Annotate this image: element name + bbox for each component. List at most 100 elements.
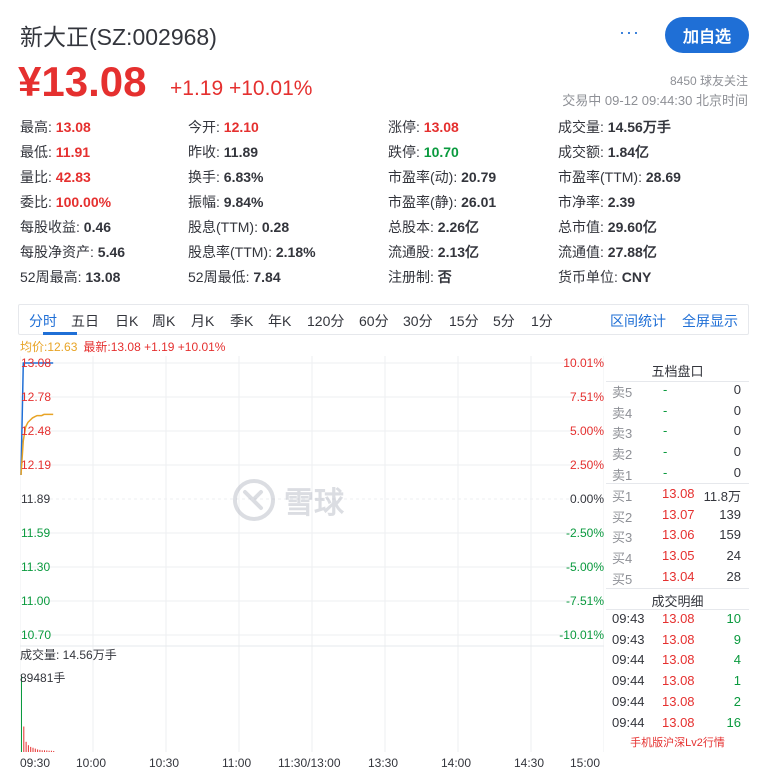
buy-level-row: 买3 13.06 159 bbox=[606, 525, 749, 545]
tab-9[interactable]: 30分 bbox=[403, 311, 433, 331]
metric-value: 13.08 bbox=[81, 269, 121, 285]
metric-item: 流通股: 2.13亿 bbox=[388, 242, 479, 262]
tab-3[interactable]: 周K bbox=[152, 311, 175, 331]
metric-item: 流通值: 27.88亿 bbox=[558, 242, 657, 262]
percent-axis-label: -5.00% bbox=[565, 560, 604, 574]
time-axis-label: 13:30 bbox=[368, 756, 399, 770]
tab-5[interactable]: 季K bbox=[230, 311, 253, 331]
trade-price: 13.08 bbox=[662, 673, 695, 689]
metric-value: 2.18% bbox=[271, 244, 316, 260]
trade-qty: 4 bbox=[733, 652, 741, 668]
trade-time: 09:44 bbox=[612, 714, 645, 730]
level-volume: 0 bbox=[733, 402, 741, 418]
tab-4[interactable]: 月K bbox=[191, 311, 214, 331]
volume-bar bbox=[39, 749, 41, 752]
trade-price: 13.08 bbox=[662, 652, 695, 668]
metric-key: 货币单位: bbox=[558, 269, 618, 285]
tab-10[interactable]: 15分 bbox=[449, 311, 479, 331]
level-price: - bbox=[663, 444, 668, 460]
percent-axis-label: 5.00% bbox=[569, 424, 604, 438]
percent-axis-label: -2.50% bbox=[565, 526, 604, 540]
metric-value: 否 bbox=[433, 269, 452, 285]
range-stats-link[interactable]: 区间统计 bbox=[610, 311, 666, 331]
tab-1[interactable]: 五日 bbox=[71, 311, 99, 331]
metric-key: 成交量: bbox=[558, 119, 604, 135]
tab-8[interactable]: 60分 bbox=[359, 311, 389, 331]
volume-bar bbox=[50, 750, 52, 752]
trade-row: 09:44 13.08 4 bbox=[606, 650, 749, 670]
sell-level-row: 卖5 - 0 bbox=[606, 380, 749, 400]
level-label: 卖4 bbox=[612, 405, 633, 421]
trade-qty: 2 bbox=[733, 693, 741, 709]
level-volume: 0 bbox=[733, 444, 741, 460]
price-axis-label: 13.08 bbox=[21, 356, 52, 370]
metric-item: 每股净资产: 5.46 bbox=[20, 242, 125, 262]
level-volume: 0 bbox=[733, 382, 741, 397]
volume-bar bbox=[21, 676, 22, 752]
metric-item: 52周最高: 13.08 bbox=[20, 267, 120, 287]
level-label: 买5 bbox=[612, 571, 633, 587]
tab-2[interactable]: 日K bbox=[115, 311, 138, 331]
tab-12[interactable]: 1分 bbox=[531, 311, 553, 331]
metric-value: 27.88亿 bbox=[603, 244, 657, 260]
level-volume: 28 bbox=[726, 568, 741, 584]
metric-item: 股息率(TTM): 2.18% bbox=[188, 242, 316, 262]
trade-price: 13.08 bbox=[662, 714, 695, 730]
more-options-button[interactable]: ··· bbox=[619, 22, 640, 43]
metric-key: 成交额: bbox=[558, 144, 604, 160]
metric-key: 市盈率(动): bbox=[388, 169, 458, 185]
time-axis-label: 10:30 bbox=[149, 756, 180, 770]
level-label: 买1 bbox=[612, 489, 633, 504]
metric-value: 6.83% bbox=[219, 169, 264, 185]
price-axis-label: 10.70 bbox=[21, 628, 52, 642]
metric-value: 28.69 bbox=[641, 169, 681, 185]
trade-row: 09:44 13.08 2 bbox=[606, 692, 749, 712]
metric-key: 市盈率(静): bbox=[388, 194, 458, 210]
metric-key: 总市值: bbox=[558, 219, 604, 235]
price-axis-label: 11.30 bbox=[21, 560, 51, 574]
percent-axis-label: 2.50% bbox=[569, 458, 604, 472]
volume-bar bbox=[34, 748, 36, 752]
trading-status: 交易中 09-12 09:44:30 北京时间 bbox=[562, 93, 748, 108]
time-axis-label: 09:30 bbox=[20, 756, 51, 770]
metric-value: 5.46 bbox=[93, 244, 126, 260]
tab-0[interactable]: 分时 bbox=[29, 311, 57, 331]
metric-key: 委比: bbox=[20, 194, 52, 210]
trade-row: 09:43 13.08 9 bbox=[606, 630, 749, 650]
metric-value: 12.10 bbox=[219, 119, 259, 135]
tab-11[interactable]: 5分 bbox=[493, 311, 515, 331]
tab-7[interactable]: 120分 bbox=[307, 311, 344, 331]
metric-value: 14.56万手 bbox=[603, 119, 671, 135]
lv2-promo-link[interactable]: 手机版沪深Lv2行情 bbox=[606, 734, 749, 750]
metric-item: 最高: 13.08 bbox=[20, 117, 91, 137]
time-axis-label: 14:30 bbox=[514, 756, 545, 770]
current-price: ¥13.08 bbox=[18, 58, 147, 105]
trade-time: 09:43 bbox=[612, 631, 645, 647]
metric-item: 注册制: 否 bbox=[388, 267, 452, 287]
intraday-chart-canvas bbox=[20, 356, 604, 752]
percent-axis-label: -10.01% bbox=[559, 628, 604, 642]
metric-key: 换手: bbox=[188, 169, 220, 185]
intraday-chart[interactable]: 13.08 12.78 12.48 12.19 11.89 11.59 11.30 11.00… bbox=[20, 356, 604, 752]
tab-6[interactable]: 年K bbox=[268, 311, 291, 331]
volume-bar bbox=[46, 750, 48, 752]
time-axis-label: 10:00 bbox=[76, 756, 107, 770]
price-summary-line: 均价:12.63 最新:13.08 +1.19 +10.01% bbox=[20, 338, 225, 355]
active-tab-indicator bbox=[43, 332, 77, 335]
xueqiu-watermark: 雪球 bbox=[232, 478, 344, 522]
sell-level-row: 卖2 - 0 bbox=[606, 442, 749, 462]
trade-row: 09:44 13.08 1 bbox=[606, 671, 749, 691]
trade-time: 09:44 bbox=[612, 652, 645, 668]
metric-key: 最低: bbox=[20, 144, 52, 160]
add-to-watchlist-button[interactable]: 加自选 bbox=[665, 17, 749, 53]
metric-key: 昨收: bbox=[188, 144, 220, 160]
metric-value: 2.39 bbox=[603, 194, 636, 210]
metric-value: 29.60亿 bbox=[603, 219, 657, 235]
percent-axis-label: 0.00% bbox=[569, 492, 604, 506]
buy-level-row: 买4 13.05 24 bbox=[606, 546, 749, 566]
followers-count[interactable]: 8450 球友关注 bbox=[670, 72, 748, 89]
percent-axis-label: 10.01% bbox=[563, 356, 604, 370]
fullscreen-link[interactable]: 全屏显示 bbox=[682, 311, 738, 331]
metric-item: 最低: 11.91 bbox=[20, 142, 90, 162]
average-price: 均价:12.63 bbox=[20, 340, 78, 354]
